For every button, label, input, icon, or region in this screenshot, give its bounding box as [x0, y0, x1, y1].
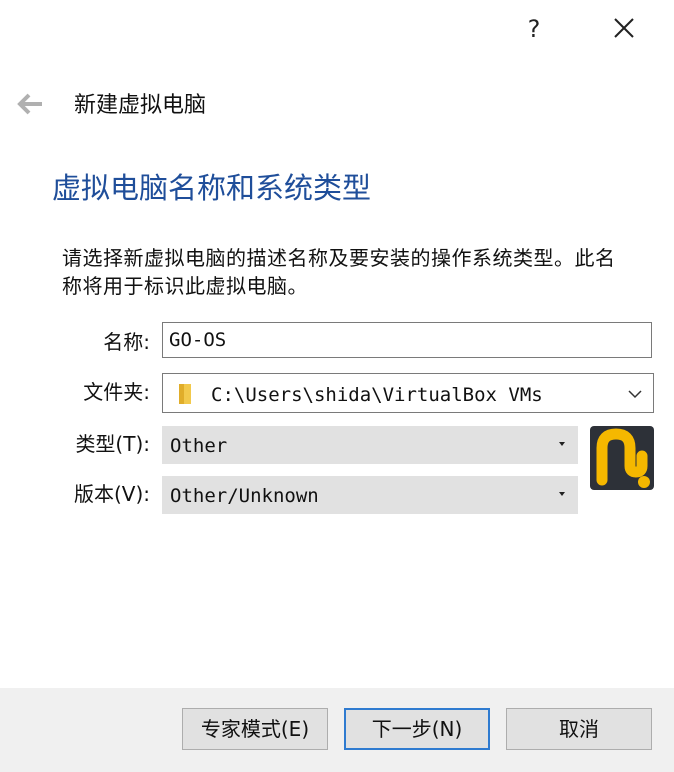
- back-button[interactable]: [14, 90, 46, 118]
- folder-path: C:\Users\shida\VirtualBox VMs: [211, 384, 543, 406]
- version-label: 版本(V):: [73, 482, 150, 506]
- dropdown-arrow-icon: [559, 442, 565, 446]
- version-value: Other/Unknown: [170, 485, 319, 507]
- cancel-button[interactable]: 取消: [506, 708, 652, 750]
- dropdown-arrow-icon: [559, 492, 565, 496]
- os-other-icon: [590, 426, 654, 490]
- folder-combobox[interactable]: C:\Users\shida\VirtualBox VMs: [162, 373, 654, 413]
- name-input[interactable]: GO-OS: [162, 322, 652, 358]
- close-icon: [614, 18, 634, 38]
- help-button[interactable]: ?: [516, 12, 552, 46]
- type-label: 类型(T):: [75, 432, 150, 456]
- type-select[interactable]: Other: [162, 426, 578, 464]
- wizard-title: 新建虚拟电脑: [74, 93, 207, 118]
- type-value: Other: [170, 435, 228, 457]
- page-title: 虚拟电脑名称和系统类型: [52, 171, 372, 205]
- chevron-down-icon[interactable]: [627, 386, 643, 402]
- folder-label: 文件夹:: [83, 380, 150, 404]
- back-arrow-icon: [17, 93, 42, 115]
- version-select[interactable]: Other/Unknown: [162, 476, 578, 514]
- expert-mode-button[interactable]: 专家模式(E): [182, 708, 328, 750]
- question-mark-icon: ?: [527, 15, 541, 43]
- description-text: 请选择新虚拟电脑的描述名称及要安装的操作系统类型。此名称将用于标识此虚拟电脑。: [62, 246, 616, 298]
- next-button[interactable]: 下一步(N): [344, 708, 490, 750]
- close-button[interactable]: [606, 12, 642, 46]
- folder-icon: [179, 384, 191, 404]
- name-label: 名称:: [103, 330, 150, 354]
